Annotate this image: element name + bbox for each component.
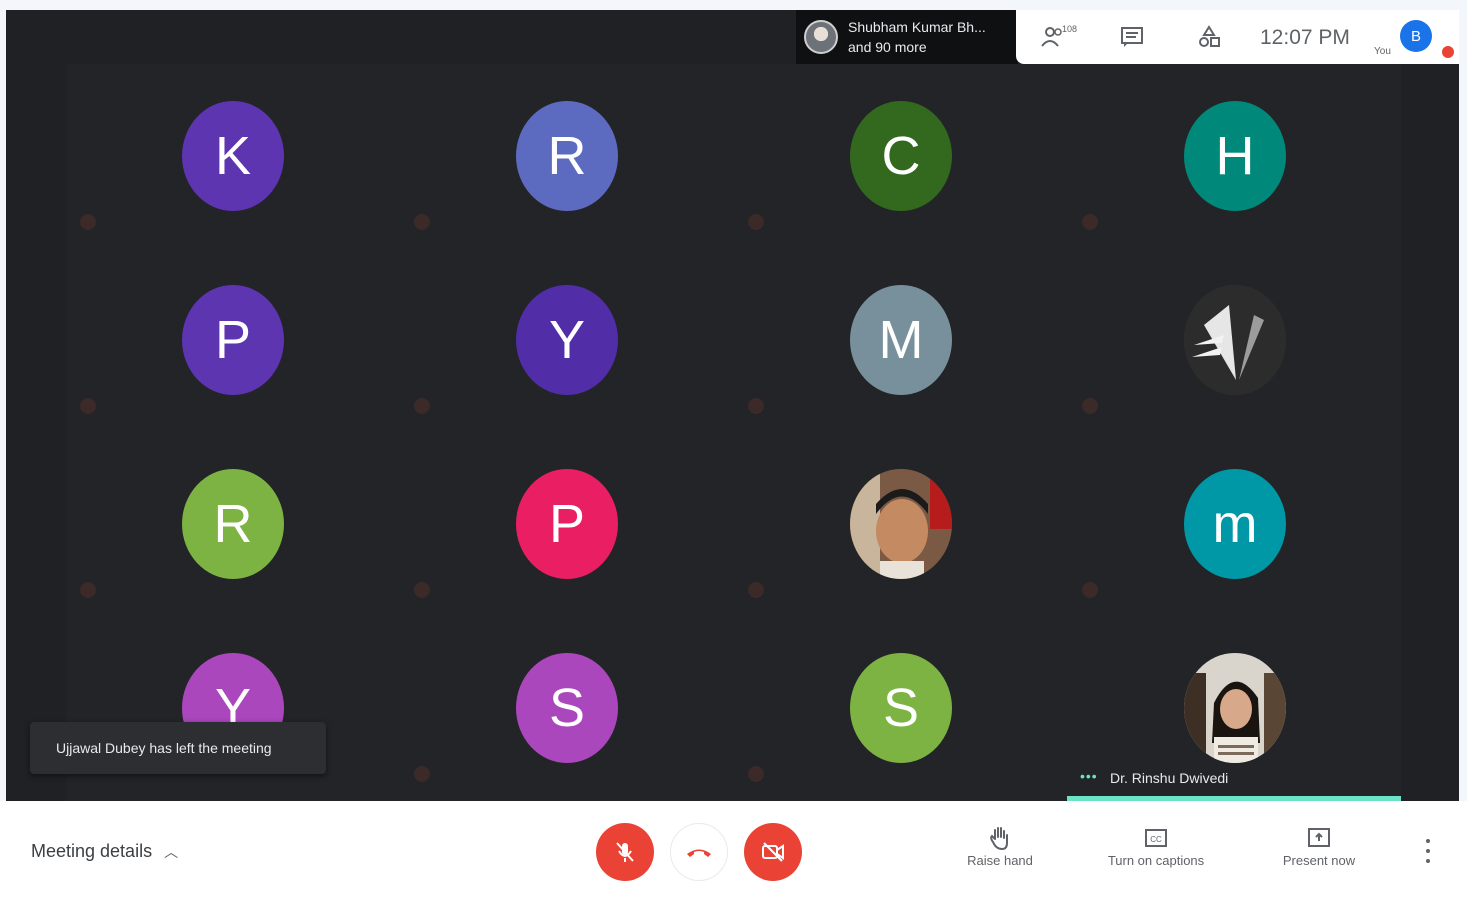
chevron-up-icon: ︿: [164, 843, 179, 860]
participant-tile[interactable]: M: [734, 248, 1068, 432]
raise-hand-label: Raise hand: [967, 853, 1033, 868]
participant-avatar: H: [1184, 101, 1286, 211]
bottom-control-bar: Meeting details ︿ Raise hand CC Turn on …: [0, 801, 1467, 901]
presenter-avatar: [804, 20, 838, 54]
participant-avatar: R: [182, 469, 284, 579]
mic-muted-icon: [748, 766, 764, 782]
present-now-label: Present now: [1282, 853, 1356, 868]
mic-toggle-button[interactable]: [596, 823, 654, 881]
self-avatar[interactable]: B: [1400, 20, 1432, 52]
recording-indicator-icon: [1440, 44, 1456, 60]
participant-tile[interactable]: P: [66, 248, 400, 432]
mic-muted-icon: [80, 398, 96, 414]
meeting-details-label: Meeting details: [31, 841, 153, 861]
participant-avatar: S: [516, 653, 618, 763]
participant-tile[interactable]: H: [1068, 64, 1402, 248]
mic-muted-icon: [414, 214, 430, 230]
mic-muted-icon: [1082, 214, 1098, 230]
participant-tile[interactable]: K: [66, 64, 400, 248]
participant-avatar: P: [182, 285, 284, 395]
present-now-button[interactable]: Present now: [1259, 823, 1379, 868]
participant-photo: [1184, 653, 1286, 763]
participant-avatar: K: [182, 101, 284, 211]
participant-count: 108: [1062, 24, 1078, 34]
mic-off-icon: [616, 842, 634, 862]
presenter-text: Shubham Kumar Bh... and 90 more: [848, 17, 986, 57]
speaking-indicator-icon: •••: [1080, 768, 1098, 784]
participant-tile[interactable]: S: [734, 616, 1068, 800]
mic-muted-icon: [748, 582, 764, 598]
participant-avatar: R: [516, 101, 618, 211]
present-screen-icon: [1308, 828, 1330, 847]
meeting-details-button[interactable]: Meeting details ︿: [31, 841, 178, 862]
participant-avatar: C: [850, 101, 952, 211]
activities-icon[interactable]: [1196, 24, 1222, 50]
frame-right: [1459, 0, 1467, 805]
mic-muted-icon: [414, 582, 430, 598]
participant-avatar: S: [850, 653, 952, 763]
presenter-others: and 90 more: [848, 39, 927, 55]
participant-tile[interactable]: m: [1068, 432, 1402, 616]
participant-photo: [1184, 285, 1286, 395]
participant-avatar: M: [850, 285, 952, 395]
top-toolbar: 108 12:07 PM You B: [1016, 10, 1459, 64]
participant-tile[interactable]: Y: [400, 248, 734, 432]
camera-toggle-button[interactable]: [744, 823, 802, 881]
captions-icon: CC: [1145, 829, 1167, 847]
hang-up-icon: [687, 849, 711, 857]
participant-avatar: Y: [516, 285, 618, 395]
mic-muted-icon: [748, 398, 764, 414]
participant-tile[interactable]: [734, 432, 1068, 616]
participant-tile[interactable]: R: [66, 432, 400, 616]
leave-call-button[interactable]: [670, 823, 728, 881]
mic-muted-icon: [1082, 582, 1098, 598]
notification-toast: Ujjawal Dubey has left the meeting: [30, 722, 326, 774]
captions-label: Turn on captions: [1107, 853, 1205, 868]
participant-avatar: m: [1184, 469, 1286, 579]
clock-time: 12:07 PM: [1260, 26, 1350, 49]
participant-tile[interactable]: C: [734, 64, 1068, 248]
participant-photo: [850, 469, 952, 579]
participant-grid: K R C H P Y M R P m Y S S: [66, 64, 1401, 801]
participant-tile[interactable]: S: [400, 616, 734, 800]
frame-top: [0, 0, 1467, 10]
mic-muted-icon: [748, 214, 764, 230]
svg-text:CC: CC: [1150, 835, 1162, 844]
participant-tile[interactable]: [1068, 248, 1402, 432]
participant-avatar: P: [516, 469, 618, 579]
participant-tile[interactable]: R: [400, 64, 734, 248]
captions-button[interactable]: CC Turn on captions: [1096, 823, 1216, 868]
you-label: You: [1374, 46, 1391, 57]
mic-muted-icon: [414, 766, 430, 782]
mic-muted-icon: [80, 582, 96, 598]
camera-off-icon: [762, 842, 784, 862]
chat-icon[interactable]: [1119, 24, 1145, 50]
presenting-participant-chip[interactable]: Shubham Kumar Bh... and 90 more: [796, 10, 1018, 64]
meeting-stage: K R C H P Y M R P m Y S S Shubham Kumar …: [6, 10, 1459, 801]
mic-muted-icon: [414, 398, 430, 414]
raise-hand-button[interactable]: Raise hand: [940, 823, 1060, 868]
hand-icon: [990, 827, 1008, 851]
mic-muted-icon: [1082, 398, 1098, 414]
mic-muted-icon: [80, 214, 96, 230]
more-options-icon[interactable]: [1418, 839, 1438, 863]
active-speaker-name: Dr. Rinshu Dwivedi: [1110, 770, 1229, 786]
participant-tile[interactable]: P: [400, 432, 734, 616]
presenter-name: Shubham Kumar Bh...: [848, 19, 986, 35]
